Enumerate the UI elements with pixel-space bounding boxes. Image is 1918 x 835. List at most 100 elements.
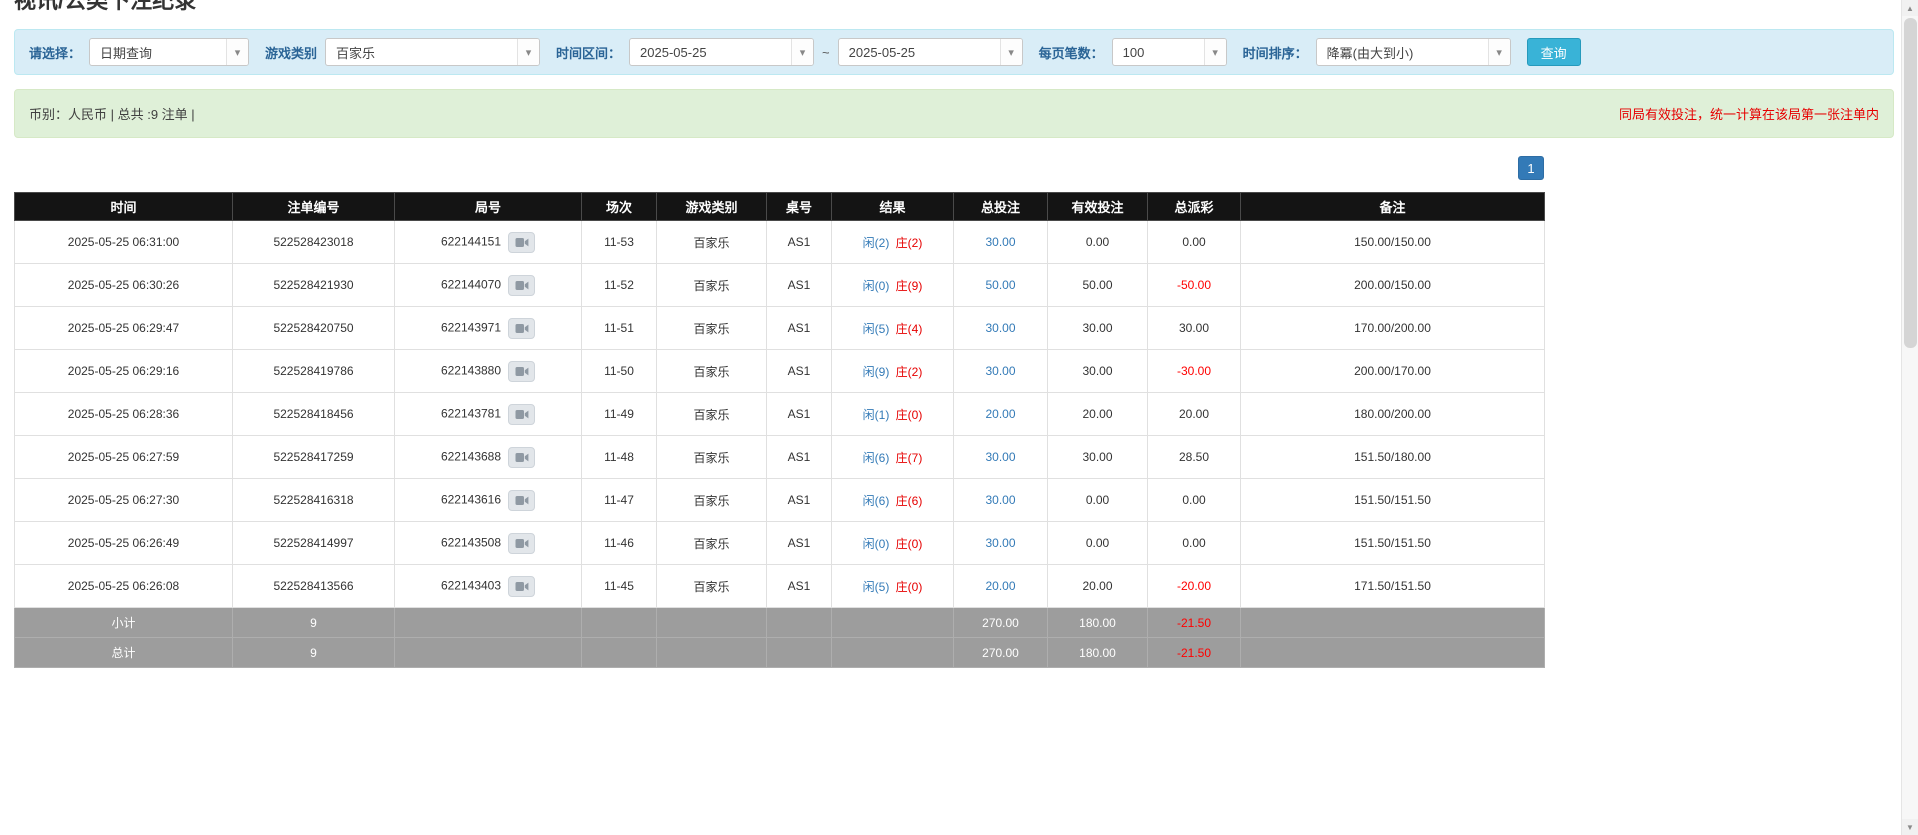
cell-total-bet: 30.00 [954, 436, 1048, 479]
col-header-round-id: 局号 [395, 193, 582, 221]
scrollbar-up-arrow-icon[interactable]: ▲ [1902, 0, 1918, 16]
pagination: 1 [14, 156, 1544, 180]
cell-payout: 0.00 [1148, 221, 1241, 264]
total-bet-link[interactable]: 30.00 [985, 235, 1015, 249]
cell-result: 闲(0) 庄(0) [832, 522, 954, 565]
scrollbar-thumb[interactable] [1904, 18, 1917, 348]
video-replay-icon[interactable] [508, 404, 535, 425]
cell-payout: 28.50 [1148, 436, 1241, 479]
query-type-label: 请选择： [29, 43, 81, 62]
filter-bar: 请选择： 日期查询 ▾ 游戏类别 百家乐 ▾ 时间区间： 2025-05-25 … [14, 29, 1894, 75]
video-replay-icon[interactable] [508, 361, 535, 382]
cell-round-id: 622143403 [395, 565, 582, 608]
payout-value: 30.00 [1179, 321, 1209, 335]
cell-result: 闲(6) 庄(6) [832, 479, 954, 522]
cell-table-no: AS1 [767, 436, 832, 479]
total-bet-link[interactable]: 30.00 [985, 450, 1015, 464]
result-player: 闲(1) [863, 408, 890, 422]
result-player: 闲(0) [863, 279, 890, 293]
payout-value: -20.00 [1177, 579, 1211, 593]
subtotal-payout: -21.50 [1177, 616, 1211, 630]
cell-remark: 150.00/150.00 [1241, 221, 1545, 264]
total-bet-link[interactable]: 50.00 [985, 278, 1015, 292]
cell-round-id: 622143880 [395, 350, 582, 393]
video-replay-icon[interactable] [508, 275, 535, 296]
scrollbar-down-arrow-icon[interactable]: ▼ [1902, 819, 1918, 835]
video-replay-icon[interactable] [508, 232, 535, 253]
cell-bet-id: 522528421930 [233, 264, 395, 307]
cell-time: 2025-05-25 06:27:30 [15, 479, 233, 522]
subtotal-count: 9 [233, 608, 395, 638]
cell-total-bet: 30.00 [954, 221, 1048, 264]
cell-session: 11-49 [582, 393, 657, 436]
date-range-label: 时间区间： [556, 43, 621, 62]
cell-table-no: AS1 [767, 522, 832, 565]
cell-result: 闲(0) 庄(9) [832, 264, 954, 307]
total-bet-link[interactable]: 30.00 [985, 493, 1015, 507]
total-bet-link[interactable]: 20.00 [985, 407, 1015, 421]
cell-table-no: AS1 [767, 264, 832, 307]
total-bet-link[interactable]: 20.00 [985, 579, 1015, 593]
cell-session: 11-48 [582, 436, 657, 479]
cell-game-type: 百家乐 [657, 436, 767, 479]
game-type-select[interactable]: 百家乐 ▾ [325, 38, 540, 66]
cell-payout: 30.00 [1148, 307, 1241, 350]
cell-session: 11-52 [582, 264, 657, 307]
cell-game-type: 百家乐 [657, 522, 767, 565]
cell-valid-bet: 30.00 [1048, 350, 1148, 393]
total-valid-bet: 180.00 [1048, 638, 1148, 668]
chevron-down-icon: ▾ [1488, 39, 1510, 65]
total-bet-link[interactable]: 30.00 [985, 536, 1015, 550]
cell-session: 11-53 [582, 221, 657, 264]
date-to-select[interactable]: 2025-05-25 ▾ [838, 38, 1023, 66]
result-banker: 庄(2) [896, 365, 923, 379]
pagination-page-1[interactable]: 1 [1518, 156, 1544, 180]
page-title: 视讯/公类下注纪录 [14, 0, 196, 13]
video-replay-icon[interactable] [508, 490, 535, 511]
cell-remark: 170.00/200.00 [1241, 307, 1545, 350]
summary-bar: 币别：人民币 | 总共 :9 注单 | 同局有效投注，统一计算在该局第一张注单内 [14, 89, 1894, 138]
video-replay-icon[interactable] [508, 533, 535, 554]
vertical-scrollbar[interactable]: ▲ ▼ [1901, 0, 1918, 835]
query-type-select[interactable]: 日期查询 ▾ [89, 38, 249, 66]
cell-valid-bet: 20.00 [1048, 393, 1148, 436]
video-replay-icon[interactable] [508, 447, 535, 468]
cell-table-no: AS1 [767, 479, 832, 522]
cell-game-type: 百家乐 [657, 307, 767, 350]
result-player: 闲(5) [863, 322, 890, 336]
video-replay-icon[interactable] [508, 576, 535, 597]
sort-order-select[interactable]: 降冪(由大到小) ▾ [1316, 38, 1511, 66]
cell-result: 闲(5) 庄(0) [832, 565, 954, 608]
payout-value: 0.00 [1182, 536, 1205, 550]
cell-bet-id: 522528419786 [233, 350, 395, 393]
cell-remark: 151.50/151.50 [1241, 479, 1545, 522]
cell-bet-id: 522528420750 [233, 307, 395, 350]
date-from-select[interactable]: 2025-05-25 ▾ [629, 38, 814, 66]
result-banker: 庄(9) [896, 279, 923, 293]
chevron-down-icon: ▾ [517, 39, 539, 65]
subtotal-valid-bet: 180.00 [1048, 608, 1148, 638]
summary-note: 同局有效投注，统一计算在该局第一张注单内 [1619, 104, 1879, 123]
search-button[interactable]: 查询 [1527, 38, 1581, 66]
video-replay-icon[interactable] [508, 318, 535, 339]
cell-payout: -30.00 [1148, 350, 1241, 393]
cell-table-no: AS1 [767, 221, 832, 264]
table-row: 2025-05-25 06:27:30 522528416318 6221436… [15, 479, 1545, 522]
cell-payout: -50.00 [1148, 264, 1241, 307]
page-title-clip: 视讯/公类下注纪录 [14, 0, 1894, 13]
cell-valid-bet: 20.00 [1048, 565, 1148, 608]
total-total-bet: 270.00 [954, 638, 1048, 668]
page-size-label: 每页笔数： [1039, 43, 1104, 62]
col-header-game-type: 游戏类别 [657, 193, 767, 221]
total-row: 总计 9 270.00 180.00 -21.50 [15, 638, 1545, 668]
total-bet-link[interactable]: 30.00 [985, 364, 1015, 378]
cell-time: 2025-05-25 06:28:36 [15, 393, 233, 436]
cell-total-bet: 30.00 [954, 307, 1048, 350]
result-player: 闲(6) [863, 451, 890, 465]
page-size-select[interactable]: 100 ▾ [1112, 38, 1227, 66]
cell-result: 闲(9) 庄(2) [832, 350, 954, 393]
total-bet-link[interactable]: 30.00 [985, 321, 1015, 335]
cell-remark: 171.50/151.50 [1241, 565, 1545, 608]
result-player: 闲(6) [863, 494, 890, 508]
table-body: 2025-05-25 06:31:00 522528423018 6221441… [15, 221, 1545, 608]
